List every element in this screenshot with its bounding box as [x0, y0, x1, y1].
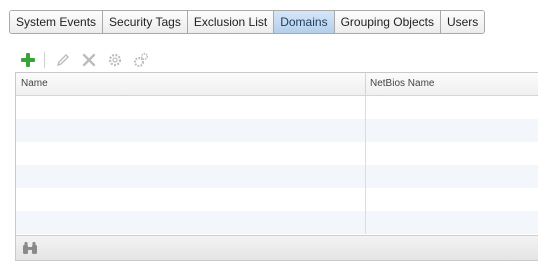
- find-button[interactable]: [21, 239, 39, 257]
- name-cell: [16, 96, 366, 119]
- domains-grid: Name NetBios Name: [15, 72, 538, 261]
- tab-domains[interactable]: Domains: [274, 11, 335, 33]
- tab-grouping-objects[interactable]: Grouping Objects: [334, 11, 441, 33]
- table-row: [16, 119, 538, 142]
- tab-security-tags[interactable]: Security Tags: [103, 11, 188, 33]
- toolbar: [18, 50, 157, 70]
- netbios-cell: [366, 96, 538, 119]
- advanced-settings-icon: [134, 52, 149, 67]
- netbios-cell: [366, 119, 538, 142]
- name-cell: [16, 188, 366, 211]
- table-row: [16, 211, 538, 234]
- edit-icon: [56, 54, 69, 67]
- column-header-netbios-name[interactable]: NetBios Name: [366, 73, 538, 95]
- table-row: [16, 188, 538, 211]
- settings-button[interactable]: [105, 50, 125, 70]
- netbios-cell: [366, 142, 538, 165]
- delete-button[interactable]: [79, 50, 99, 70]
- name-cell: [16, 142, 366, 165]
- grid-body: [16, 96, 538, 234]
- tab-users[interactable]: Users: [440, 11, 485, 33]
- netbios-cell: [366, 188, 538, 211]
- name-cell: [16, 119, 366, 142]
- edit-button[interactable]: [53, 50, 73, 70]
- tab-system-events[interactable]: System Events: [10, 11, 104, 33]
- name-cell: [16, 211, 366, 234]
- add-button[interactable]: [18, 50, 38, 70]
- delete-icon: [82, 53, 96, 67]
- binoculars-icon: [23, 242, 37, 254]
- table-row: [16, 96, 538, 119]
- advanced-settings-button[interactable]: [131, 50, 151, 70]
- column-header-name[interactable]: Name: [16, 73, 366, 95]
- add-icon: [21, 53, 35, 67]
- grid-header: Name NetBios Name: [16, 73, 538, 96]
- tab-bar: System Events Security Tags Exclusion Li…: [9, 10, 486, 34]
- settings-icon: [108, 53, 122, 67]
- netbios-cell: [366, 165, 538, 188]
- name-cell: [16, 165, 366, 188]
- table-row: [16, 142, 538, 165]
- tab-exclusion-list[interactable]: Exclusion List: [187, 11, 275, 33]
- netbios-cell: [366, 211, 538, 234]
- table-row: [16, 165, 538, 188]
- grid-footer: [16, 235, 538, 260]
- toolbar-separator: [44, 52, 45, 68]
